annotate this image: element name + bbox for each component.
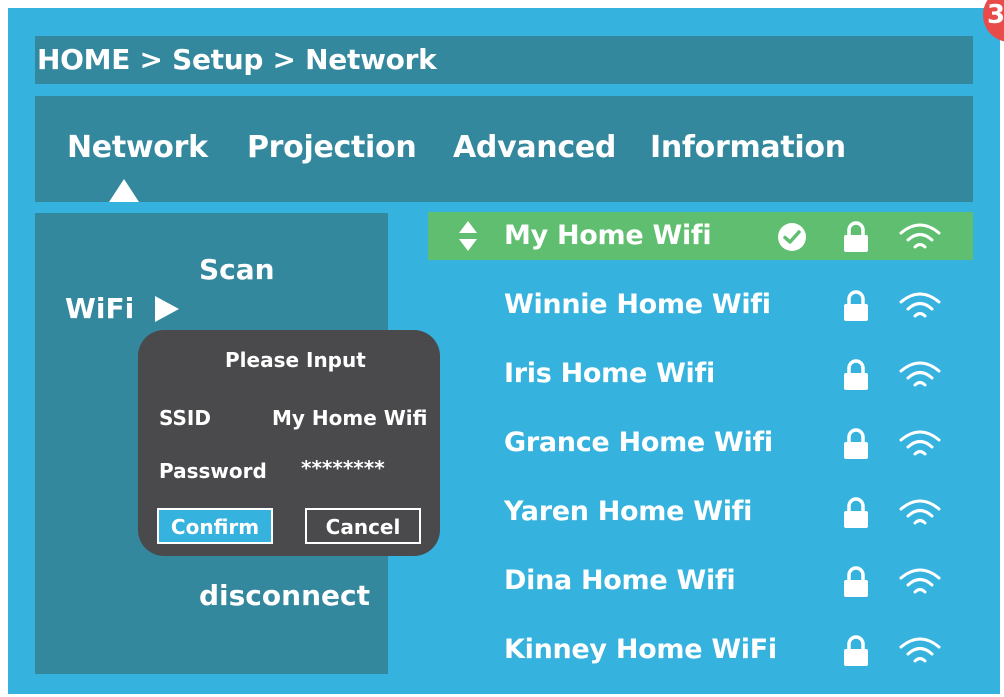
lock-icon <box>844 497 868 528</box>
wifi-network-row[interactable]: Iris Home Wifi <box>428 350 973 398</box>
dialog-title: Please Input <box>225 348 366 372</box>
lock-icon <box>844 566 868 597</box>
wifi-network-row[interactable]: Winnie Home Wifi <box>428 281 973 329</box>
wifi-ssid: Kinney Home WiFi <box>504 634 777 665</box>
wifi-signal-icon <box>899 568 941 594</box>
play-arrow-icon <box>155 296 179 322</box>
sort-updown-icon <box>459 221 477 251</box>
wifi-signal-icon <box>899 499 941 525</box>
wifi-network-row[interactable]: Dina Home Wifi <box>428 557 973 605</box>
wifi-ssid: Iris Home Wifi <box>504 358 715 389</box>
password-field[interactable]: ******** <box>301 456 385 480</box>
wifi-input-dialog: Please Input SSID My Home Wifi Password … <box>138 330 440 556</box>
wifi-ssid: Grance Home Wifi <box>504 427 773 458</box>
wifi-network-row[interactable]: Kinney Home WiFi <box>428 626 973 674</box>
wifi-ssid: Dina Home Wifi <box>504 565 736 596</box>
tab-advanced[interactable]: Advanced <box>453 130 616 165</box>
disconnect-option[interactable]: disconnect <box>199 579 370 612</box>
lock-icon <box>844 635 868 666</box>
tab-network[interactable]: Network <box>67 130 208 165</box>
wifi-signal-icon <box>899 223 941 249</box>
lock-icon <box>844 428 868 459</box>
lock-icon <box>844 290 868 321</box>
breadcrumb: HOME > Setup > Network <box>35 36 973 84</box>
wifi-ssid: Winnie Home Wifi <box>504 289 771 320</box>
scan-option[interactable]: Scan <box>199 253 275 286</box>
wifi-signal-icon <box>899 292 941 318</box>
tab-information[interactable]: Information <box>650 130 846 165</box>
check-circle-icon <box>778 223 806 251</box>
lock-icon <box>844 359 868 390</box>
page-number-badge: 3- <box>983 0 1004 42</box>
tab-bar: Network Projection Advanced Information <box>35 96 973 202</box>
wifi-signal-icon <box>899 361 941 387</box>
tab-projection[interactable]: Projection <box>247 130 417 165</box>
confirm-button[interactable]: Confirm <box>157 508 273 544</box>
lock-icon <box>844 221 868 252</box>
active-tab-indicator <box>109 179 139 202</box>
wifi-signal-icon <box>899 430 941 456</box>
wifi-network-row[interactable]: Yaren Home Wifi <box>428 488 973 536</box>
cancel-button[interactable]: Cancel <box>305 508 421 544</box>
ssid-field[interactable]: My Home Wifi <box>272 406 428 430</box>
wifi-ssid: Yaren Home Wifi <box>504 496 753 527</box>
wifi-ssid: My Home Wifi <box>504 220 712 251</box>
wifi-network-row[interactable]: My Home Wifi <box>428 212 973 260</box>
wifi-label: WiFi <box>65 292 135 325</box>
ssid-label: SSID <box>159 406 211 430</box>
password-label: Password <box>159 459 267 483</box>
wifi-network-row[interactable]: Grance Home Wifi <box>428 419 973 467</box>
wifi-signal-icon <box>899 637 941 663</box>
